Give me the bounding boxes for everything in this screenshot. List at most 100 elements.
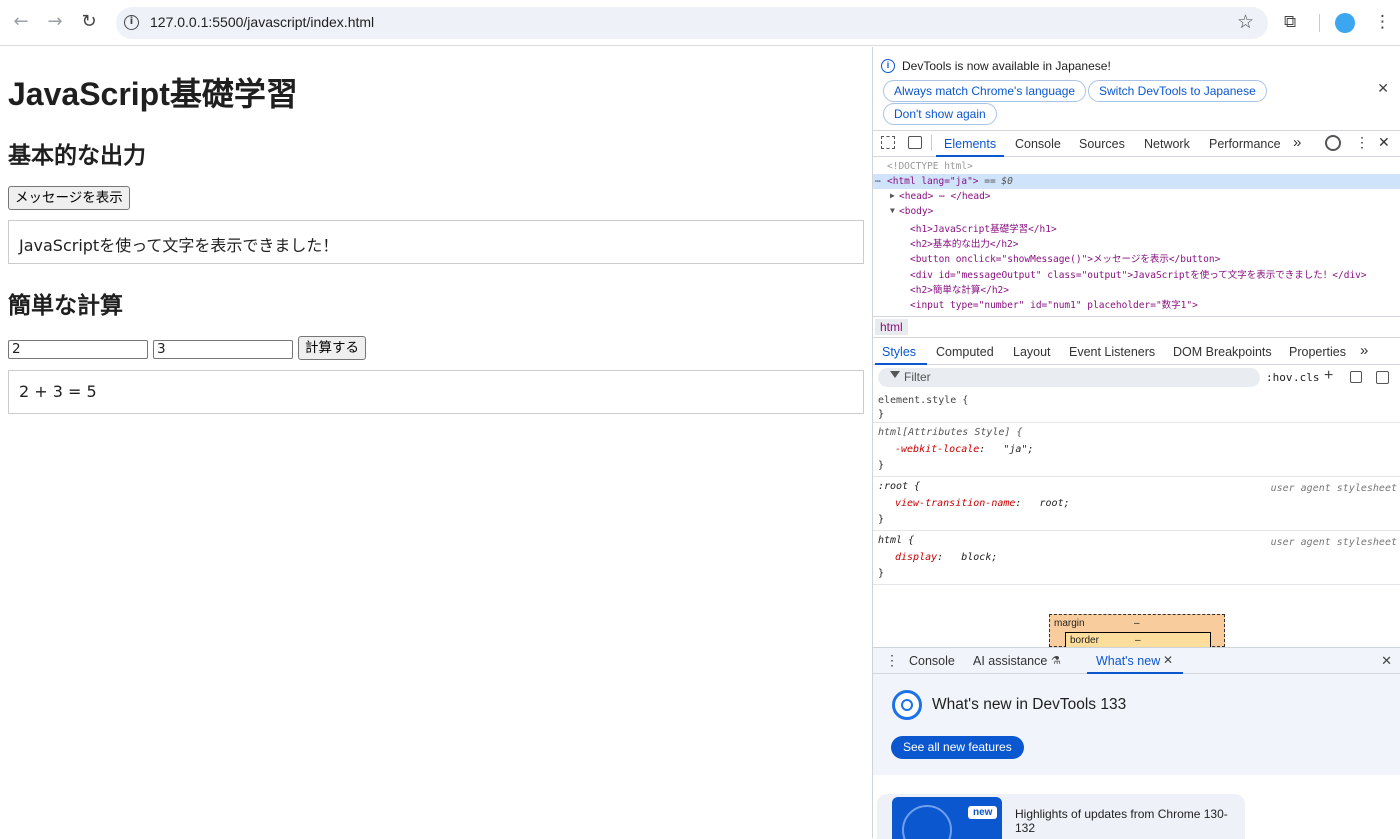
tab-properties[interactable]: Properties (1289, 345, 1346, 359)
url-text[interactable]: 127.0.0.1:5500/javascript/index.html (150, 14, 374, 30)
site-info-icon[interactable]: i (124, 15, 139, 30)
message-output: JavaScriptを使って文字を表示できました！ (8, 220, 864, 264)
drawer-tab-console[interactable]: Console (909, 654, 955, 668)
devtools-drawer: ⋮ Console AI assistance ⚗ What's new ✕ ✕… (873, 647, 1400, 839)
thumbnail-circle-icon (902, 805, 952, 839)
head-node[interactable]: <head> ⋯ </head> (899, 191, 991, 202)
rule-selector[interactable]: element.style { (878, 395, 968, 406)
browser-toolbar: ← → ↻ i 127.0.0.1:5500/javascript/index.… (0, 0, 1400, 46)
calculate-button[interactable]: 計算する (298, 336, 366, 360)
html-node[interactable]: <html lang="ja"> == $0 (887, 176, 1013, 187)
reload-icon[interactable]: ↻ (78, 11, 100, 33)
calc-output: 2 + 3 = 5 (8, 370, 864, 414)
tab-computed[interactable]: Computed (936, 345, 994, 359)
more-tabs-icon[interactable]: » (1293, 134, 1301, 151)
toggle-sidebar-icon[interactable] (1376, 371, 1389, 384)
address-bar[interactable]: i 127.0.0.1:5500/javascript/index.html ☆ (116, 7, 1268, 39)
new-rule-icon[interactable]: + (1324, 367, 1333, 385)
div-node[interactable]: <div id="messageOutput" class="output">J… (910, 267, 1367, 281)
see-all-features-button[interactable]: See all new features (891, 736, 1024, 759)
tab-network[interactable]: Network (1144, 137, 1190, 151)
tab-event-listeners[interactable]: Event Listeners (1069, 345, 1155, 359)
tab-elements[interactable]: Elements (944, 137, 996, 151)
num1-input[interactable]: 2 (8, 340, 148, 359)
settings-gear-icon[interactable] (1325, 135, 1341, 151)
rule-property[interactable]: -webkit-locale: "ja"; (895, 444, 1034, 455)
close-tab-icon[interactable]: ✕ (1163, 653, 1173, 667)
box-model-diagram: margin – border – (1049, 614, 1225, 648)
page-viewport: JavaScript基礎学習 基本的な出力 メッセージを表示 JavaScrip… (0, 47, 872, 838)
h2-node[interactable]: <h2>基本的な出力</h2> (910, 236, 1018, 250)
style-rule-element: element.style { } (873, 391, 1400, 423)
device-toolbar-icon[interactable] (908, 136, 922, 149)
tab-console[interactable]: Console (1015, 137, 1061, 151)
box-model-margin-label: margin (1054, 618, 1085, 629)
tab-styles[interactable]: Styles (882, 345, 916, 359)
match-language-button[interactable]: Always match Chrome's language (883, 80, 1087, 102)
drawer-tab-ai-assistance[interactable]: AI assistance (973, 654, 1047, 668)
expand-triangle-icon[interactable]: ▶ (890, 191, 895, 200)
style-rule-root: :root { user agent stylesheet view-trans… (873, 477, 1400, 531)
bookmark-star-icon[interactable]: ☆ (1237, 11, 1254, 33)
highlight-card[interactable]: new Highlights of updates from Chrome 13… (877, 794, 1245, 839)
section-heading-calc: 簡単な計算 (8, 292, 123, 318)
box-model-border-label: border (1070, 635, 1099, 646)
box-model-margin-value[interactable]: – (1134, 618, 1140, 629)
inspect-element-icon[interactable] (881, 136, 895, 149)
style-rule-attributes: html[Attributes Style] { -webkit-locale:… (873, 423, 1400, 477)
tab-performance[interactable]: Performance (1209, 137, 1281, 151)
box-model-border-value[interactable]: – (1135, 635, 1141, 646)
rule-property[interactable]: view-transition-name: root; (895, 498, 1070, 509)
profile-avatar[interactable] (1335, 13, 1355, 33)
h2-node-2[interactable]: <h2>簡単な計算</h2> (910, 282, 1009, 296)
body-node[interactable]: <body> (899, 206, 933, 217)
infobar-message: DevTools is now available in Japanese! (902, 59, 1111, 73)
chrome-devtools-logo-icon (892, 690, 922, 720)
filter-funnel-icon (890, 371, 900, 378)
collapse-triangle-icon[interactable]: ▼ (890, 206, 895, 215)
dont-show-again-button[interactable]: Don't show again (883, 103, 997, 125)
show-message-button[interactable]: メッセージを表示 (8, 186, 130, 210)
color-format-icon[interactable] (1350, 371, 1362, 383)
rule-property[interactable]: display: block; (895, 552, 997, 563)
styles-filter-input[interactable]: Filter (878, 368, 1260, 387)
styles-tabs: Styles Computed Layout Event Listeners D… (873, 339, 1400, 365)
customize-menu-icon[interactable]: ⋮ (1355, 134, 1369, 151)
cls-toggle[interactable]: .cls (1293, 371, 1320, 384)
rule-selector[interactable]: :root { (878, 481, 920, 492)
chrome-menu-icon[interactable]: ⋮ (1374, 12, 1391, 32)
h1-node[interactable]: <h1>JavaScript基礎学習</h1> (910, 221, 1057, 235)
extensions-icon[interactable]: ⧉ (1284, 12, 1296, 32)
rule-selector[interactable]: html { (878, 535, 914, 546)
input-node[interactable]: <input type="number" id="num1" placehold… (910, 297, 1198, 311)
infobar-close-icon[interactable]: ✕ (1377, 80, 1389, 97)
rule-close: } (878, 460, 885, 471)
highlights-text: Highlights of updates from Chrome 130-13… (1015, 807, 1228, 835)
drawer-close-icon[interactable]: ✕ (1381, 653, 1392, 669)
breadcrumb-html[interactable]: html (875, 319, 908, 335)
node-ellipsis-icon[interactable]: ⋯ (875, 176, 881, 187)
tab-sources[interactable]: Sources (1079, 137, 1125, 151)
back-icon[interactable]: ← (10, 11, 32, 33)
drawer-tab-whats-new[interactable]: What's new (1096, 654, 1160, 668)
box-model-border: border – (1065, 632, 1211, 648)
num2-input[interactable]: 3 (153, 340, 293, 359)
drawer-menu-icon[interactable]: ⋮ (885, 652, 899, 669)
rule-selector[interactable]: html[Attributes Style] { (878, 427, 1023, 438)
rule-source: user agent stylesheet (1270, 483, 1397, 494)
more-subtabs-icon[interactable]: » (1360, 342, 1368, 359)
rule-source: user agent stylesheet (1270, 537, 1397, 548)
tabs-divider (931, 135, 932, 151)
hov-toggle[interactable]: :hov (1266, 371, 1293, 384)
forward-icon[interactable]: → (44, 11, 66, 33)
tab-layout[interactable]: Layout (1013, 345, 1051, 359)
tab-dom-breakpoints[interactable]: DOM Breakpoints (1173, 345, 1272, 359)
doctype-node[interactable]: <!DOCTYPE html> (887, 161, 973, 172)
button-node[interactable]: <button onclick="showMessage()">メッセージを表示… (910, 251, 1220, 265)
devtools-main-tabs: Elements Console Sources Network Perform… (873, 131, 1400, 157)
switch-language-button[interactable]: Switch DevTools to Japanese (1088, 80, 1267, 102)
whats-new-title: What's new in DevTools 133 (932, 696, 1127, 713)
devtools-panel: i DevTools is now available in Japanese!… (872, 47, 1400, 839)
devtools-close-icon[interactable]: ✕ (1378, 134, 1390, 151)
active-drawer-tab-indicator (1087, 672, 1183, 674)
